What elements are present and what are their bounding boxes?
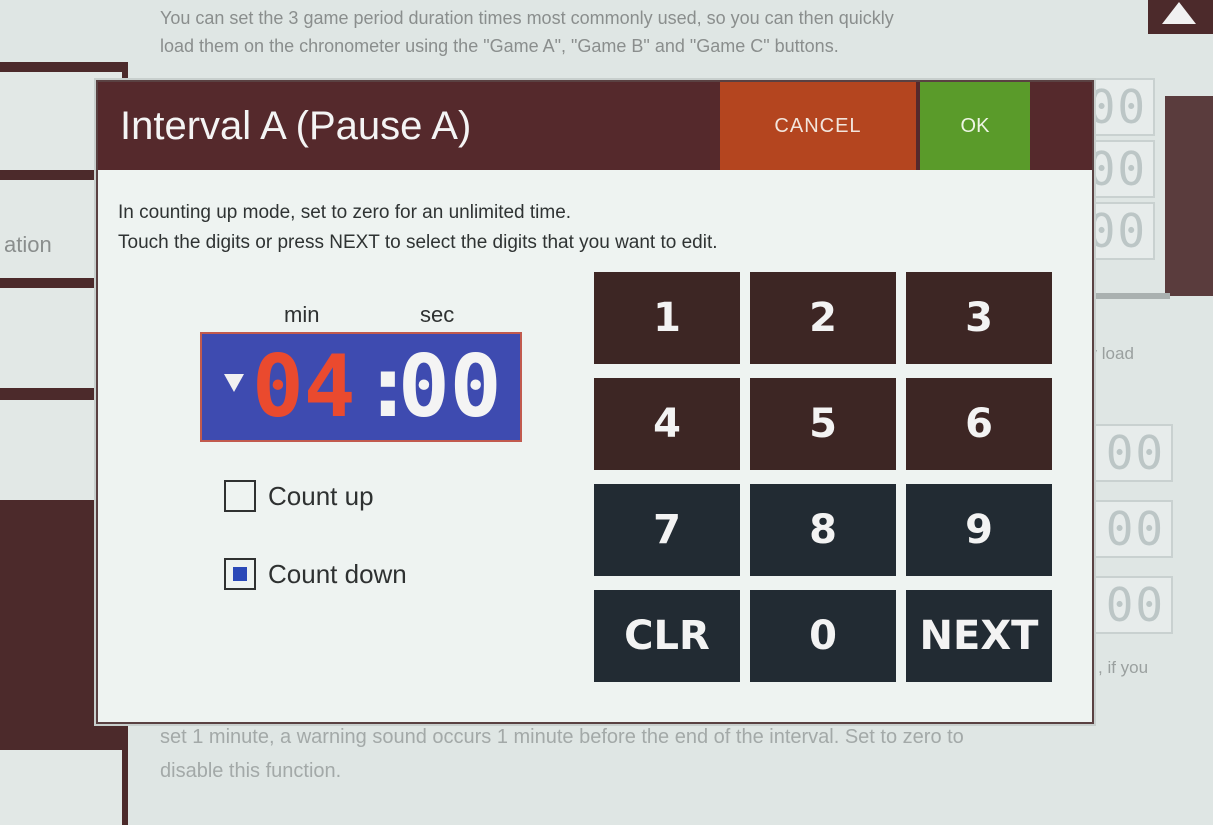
key-4[interactable]: 4	[594, 378, 740, 470]
next-key[interactable]: NEXT	[906, 590, 1052, 682]
minutes-digits[interactable]: 04	[252, 340, 356, 434]
key-9[interactable]: 9	[906, 484, 1052, 576]
background-intro-line: You can set the 3 game period duration t…	[160, 8, 894, 28]
arrow-up-icon	[1162, 2, 1196, 24]
key-7[interactable]: 7	[594, 484, 740, 576]
scroll-up-button[interactable]	[1148, 0, 1213, 34]
numeric-keypad: 1 2 3 4 5 6 7 8 9 CLR 0 NEXT	[594, 272, 1064, 684]
background-intro-line: load them on the chronometer using the "…	[160, 36, 839, 56]
background-text-snippet: , if you	[1098, 658, 1149, 677]
key-6[interactable]: 6	[906, 378, 1052, 470]
count-down-checkbox[interactable]	[224, 558, 256, 590]
count-down-option[interactable]: Count down	[224, 558, 407, 590]
background-intro-text: You can set the 3 game period duration t…	[160, 4, 1160, 60]
minutes-label: min	[284, 302, 320, 327]
dialog-help-text: In counting up mode, set to zero for an …	[118, 198, 718, 258]
background-help-line: set 1 minute, a warning sound occurs 1 m…	[160, 726, 964, 748]
seconds-digits[interactable]: 00	[398, 340, 502, 434]
background-side-panel	[1165, 96, 1213, 296]
help-line: Touch the digits or press NEXT to select…	[118, 232, 718, 253]
count-down-label: Count down	[268, 558, 407, 589]
dialog-title: Interval A (Pause A)	[120, 104, 472, 148]
key-3[interactable]: 3	[906, 272, 1052, 364]
time-display[interactable]: 04 : 00	[200, 332, 522, 442]
key-0[interactable]: 0	[750, 590, 896, 682]
background-help-line: disable this function.	[160, 760, 342, 782]
cancel-button[interactable]: CANCEL	[720, 82, 916, 170]
edit-cursor-icon	[224, 374, 244, 392]
interval-dialog: Interval A (Pause A) CANCEL OK In counti…	[96, 80, 1094, 724]
key-1[interactable]: 1	[594, 272, 740, 364]
count-up-option[interactable]: Count up	[224, 480, 374, 512]
background-menu-label: ation	[4, 232, 52, 257]
seconds-label: sec	[420, 302, 455, 327]
count-up-checkbox[interactable]	[224, 480, 256, 512]
key-2[interactable]: 2	[750, 272, 896, 364]
dialog-header: Interval A (Pause A) CANCEL OK	[98, 82, 1092, 170]
clear-key[interactable]: CLR	[594, 590, 740, 682]
ok-button[interactable]: OK	[920, 82, 1030, 170]
background-help-text: set 1 minute, a warning sound occurs 1 m…	[160, 720, 1190, 788]
count-up-label: Count up	[268, 480, 374, 511]
key-8[interactable]: 8	[750, 484, 896, 576]
key-5[interactable]: 5	[750, 378, 896, 470]
help-line: In counting up mode, set to zero for an …	[118, 202, 572, 223]
background-menu-item[interactable]	[0, 750, 122, 825]
